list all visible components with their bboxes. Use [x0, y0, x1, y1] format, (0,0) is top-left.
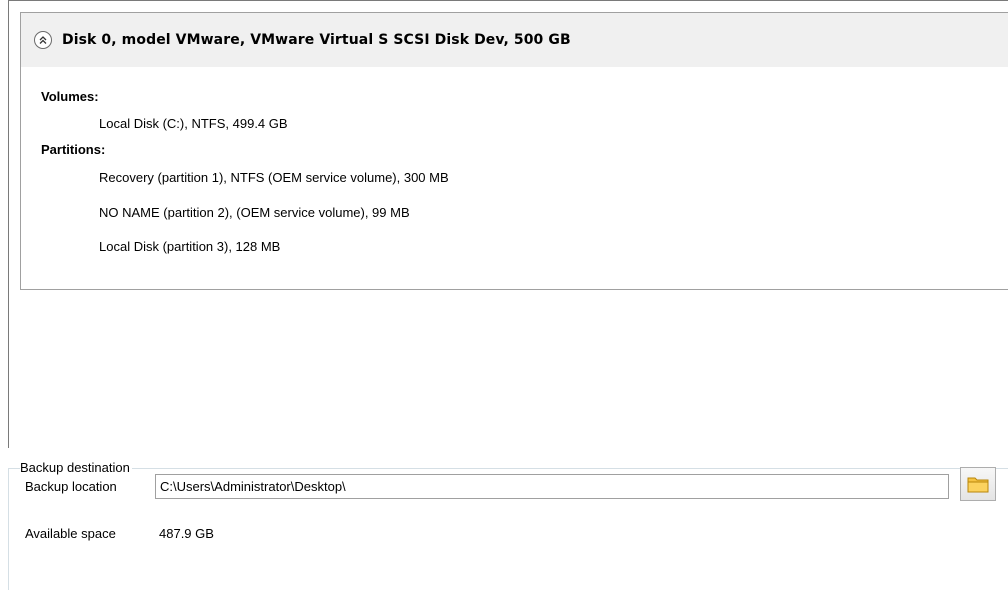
group-border-left [8, 468, 9, 590]
folder-icon [967, 477, 989, 493]
available-space-label: Available space [25, 526, 116, 541]
volume-item: Local Disk (C:), NTFS, 499.4 GB [99, 116, 288, 131]
double-chevron-up-icon[interactable] [34, 31, 52, 49]
group-border-top [8, 468, 1008, 469]
browse-button[interactable] [960, 467, 996, 501]
backup-destination-legend: Backup destination [20, 460, 132, 475]
partition-item: Local Disk (partition 3), 128 MB [99, 239, 281, 254]
partition-item: Recovery (partition 1), NTFS (OEM servic… [99, 170, 449, 185]
disk-card: Disk 0, model VMware, VMware Virtual S S… [20, 12, 1008, 290]
partitions-heading: Partitions: [41, 142, 106, 157]
partition-item: NO NAME (partition 2), (OEM service volu… [99, 205, 410, 220]
disk-list-panel: Disk 0, model VMware, VMware Virtual S S… [8, 0, 1008, 448]
volumes-heading: Volumes: [41, 89, 99, 104]
backup-location-input[interactable] [155, 474, 949, 499]
backup-location-label: Backup location [25, 479, 117, 494]
disk-header[interactable]: Disk 0, model VMware, VMware Virtual S S… [21, 13, 1008, 67]
disk-title: Disk 0, model VMware, VMware Virtual S S… [62, 32, 571, 48]
available-space-value: 487.9 GB [159, 526, 214, 541]
